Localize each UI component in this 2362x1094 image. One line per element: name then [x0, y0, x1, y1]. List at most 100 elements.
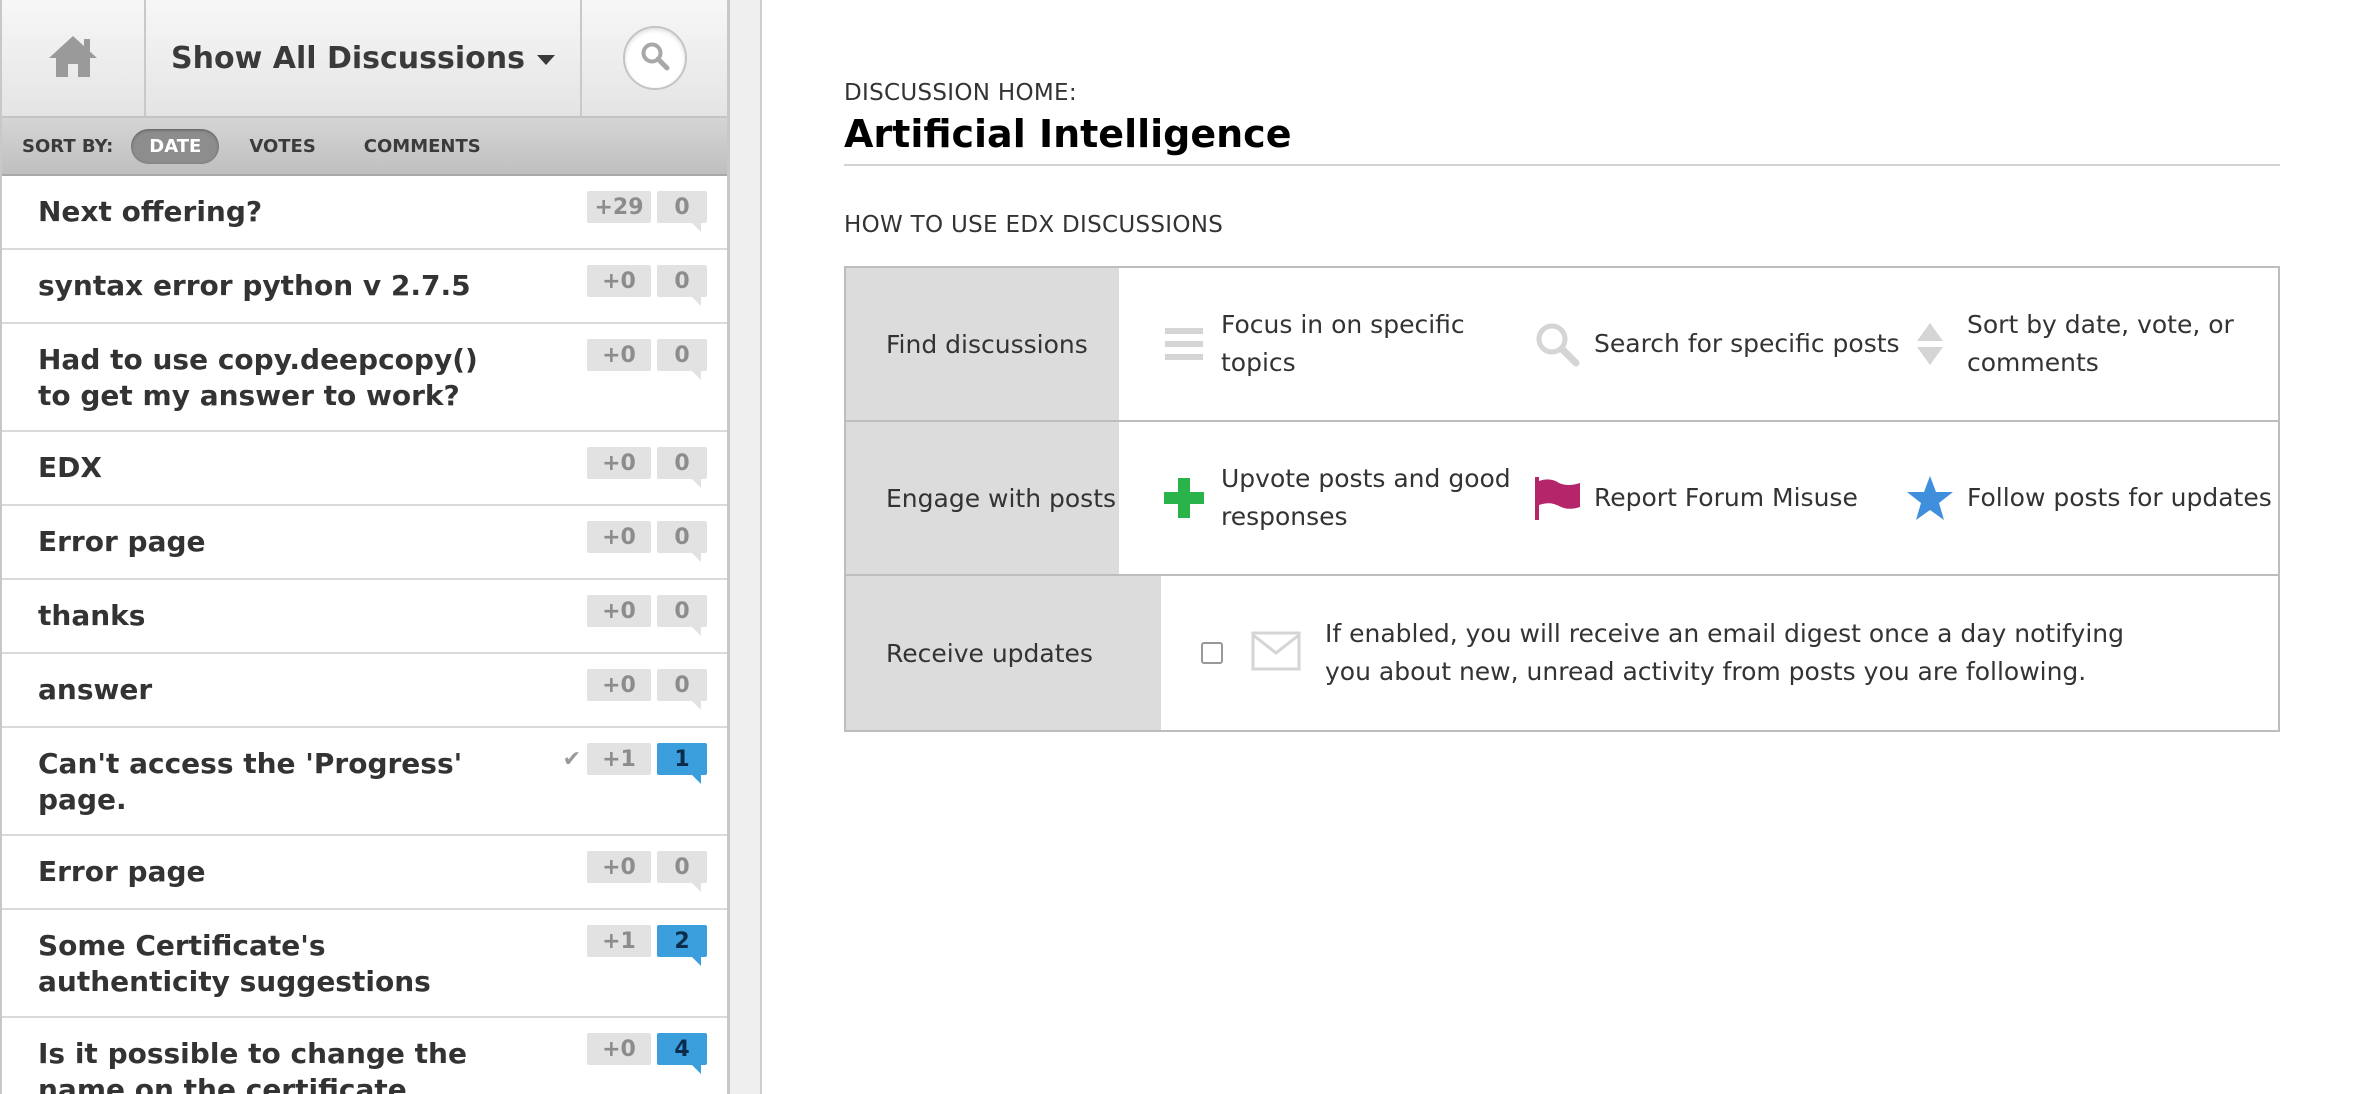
comment-count: 0 [657, 669, 707, 710]
help-item-search: Search for specific posts [1532, 321, 1905, 367]
thread-title: Had to use copy.deepcopy() to get my ans… [38, 343, 478, 412]
row-label-engage: Engage with posts [846, 422, 1119, 574]
howto-heading: HOW TO USE EDX DISCUSSIONS [844, 212, 1224, 238]
thread-list-item[interactable]: Error page +0 0 [2, 506, 727, 580]
discussion-home: DISCUSSION HOME: Artificial Intelligence… [760, 0, 2362, 1094]
thread-meta: +0 4 [587, 1033, 707, 1074]
sort-option-votes[interactable]: VOTES [231, 129, 333, 164]
help-text-report: Report Forum Misuse [1594, 483, 1858, 512]
thread-meta: +0 0 [587, 447, 707, 488]
vote-count: +0 [587, 595, 651, 627]
browse-label: Show All Discussions [171, 40, 525, 76]
sort-by-label: SORT BY: [22, 135, 114, 157]
row-body-engage: Upvote posts and good responses Report F… [1119, 422, 2278, 574]
thread-meta: +0 0 [587, 521, 707, 562]
discussion-sidebar: Show All Discussions SORT BY: DATE VOTES… [0, 0, 730, 1094]
thread-list-item[interactable]: EDX +0 0 [2, 432, 727, 506]
comment-count: 0 [657, 339, 707, 380]
envelope-icon [1251, 631, 1301, 675]
home-icon [47, 33, 99, 83]
help-item-sort: Sort by date, vote, or comments [1905, 306, 2278, 382]
vote-count: +0 [587, 265, 651, 297]
help-text-upvote: Upvote posts and good responses [1221, 464, 1511, 531]
chevron-down-icon [536, 55, 555, 65]
home-button[interactable] [2, 0, 146, 116]
thread-meta: ✔ +1 1 [562, 743, 707, 784]
comment-count: 0 [657, 191, 707, 232]
sort-icon [1905, 321, 1955, 367]
thread-title: Error page [38, 525, 206, 558]
home-header: DISCUSSION HOME: Artificial Intelligence [844, 80, 2280, 166]
flag-icon [1532, 475, 1582, 521]
vote-count: +0 [587, 521, 651, 553]
search-icon [1532, 321, 1582, 367]
thread-title: EDX [38, 451, 102, 484]
email-digest-description: If enabled, you will receive an email di… [1325, 619, 2124, 686]
thread-title: Some Certificate's authenticity suggesti… [38, 929, 431, 998]
endorsed-check-icon: ✔ [562, 746, 581, 772]
thread-list-item[interactable]: Had to use copy.deepcopy() to get my ans… [2, 324, 727, 432]
search-button[interactable] [582, 0, 727, 116]
row-body-receive: If enabled, you will receive an email di… [1161, 576, 2278, 730]
thread-list-item[interactable]: syntax error python v 2.7.5 +0 0 [2, 250, 727, 324]
thread-meta: +1 2 [587, 925, 707, 966]
help-item-topics: Focus in on specific topics [1159, 306, 1532, 382]
thread-list-item[interactable]: thanks +0 0 [2, 580, 727, 654]
comment-count: 0 [657, 447, 707, 488]
vote-count: +0 [587, 851, 651, 883]
thread-list-item[interactable]: Is it possible to change the name on the… [2, 1018, 727, 1094]
vote-count: +1 [587, 743, 651, 775]
search-toggle[interactable] [622, 26, 687, 90]
comment-count-unread: 4 [657, 1033, 707, 1074]
comment-count: 0 [657, 595, 707, 636]
help-row-engage: Engage with posts Upvote posts and good … [846, 422, 2278, 576]
help-item-upvote: Upvote posts and good responses [1159, 460, 1532, 536]
star-icon [1905, 475, 1955, 521]
sort-bar: SORT BY: DATE VOTES COMMENTS [2, 118, 727, 176]
help-item-follow: Follow posts for updates [1905, 475, 2278, 521]
thread-title: Next offering? [38, 195, 263, 228]
sort-option-comments[interactable]: COMMENTS [346, 129, 499, 164]
thread-title: thanks [38, 599, 146, 632]
row-body-find: Focus in on specific topics Search for s… [1119, 268, 2278, 420]
vote-count: +0 [587, 447, 651, 479]
thread-list-item[interactable]: Can't access the 'Progress' page. ✔ +1 1 [2, 728, 727, 836]
thread-title: syntax error python v 2.7.5 [38, 269, 471, 302]
vote-count: +29 [587, 191, 651, 223]
thread-list-item[interactable]: Next offering? +29 0 [2, 176, 727, 250]
vote-count: +0 [587, 1033, 651, 1065]
discussion-home-label: DISCUSSION HOME: [844, 80, 1077, 106]
list-icon [1159, 324, 1209, 364]
help-text-sort: Sort by date, vote, or comments [1967, 310, 2234, 377]
thread-meta: +0 0 [587, 851, 707, 892]
thread-list-item[interactable]: answer +0 0 [2, 654, 727, 728]
thread-meta: +0 0 [587, 339, 707, 380]
thread-meta: +0 0 [587, 595, 707, 636]
thread-list: Next offering? +29 0 syntax error python… [2, 176, 727, 1094]
help-row-find: Find discussions Focus in on specific to… [846, 268, 2278, 422]
search-icon [640, 41, 670, 75]
vote-count: +0 [587, 669, 651, 701]
sort-option-date[interactable]: DATE [131, 128, 220, 164]
help-text-follow: Follow posts for updates [1967, 483, 2272, 512]
comment-count: 0 [657, 265, 707, 306]
row-label-find: Find discussions [846, 268, 1119, 420]
thread-meta: +0 0 [587, 669, 707, 710]
sidebar-topbar: Show All Discussions [2, 0, 727, 118]
help-item-report: Report Forum Misuse [1532, 475, 1905, 521]
help-text-topics: Focus in on specific topics [1221, 310, 1465, 377]
course-title: Artificial Intelligence [844, 112, 1292, 156]
comment-count-unread: 1 [657, 743, 707, 784]
thread-list-item[interactable]: Some Certificate's authenticity suggesti… [2, 910, 727, 1018]
thread-meta: +29 0 [587, 191, 707, 232]
thread-list-item[interactable]: Error page +0 0 [2, 836, 727, 910]
comment-count: 0 [657, 851, 707, 892]
email-digest-checkbox[interactable] [1201, 642, 1223, 664]
help-text-search: Search for specific posts [1594, 329, 1900, 358]
browse-topics-dropdown[interactable]: Show All Discussions [146, 0, 582, 116]
plus-icon [1159, 477, 1209, 519]
row-label-receive: Receive updates [846, 576, 1161, 730]
comment-count: 0 [657, 521, 707, 562]
vote-count: +0 [587, 339, 651, 371]
thread-title: Can't access the 'Progress' page. [38, 747, 463, 816]
